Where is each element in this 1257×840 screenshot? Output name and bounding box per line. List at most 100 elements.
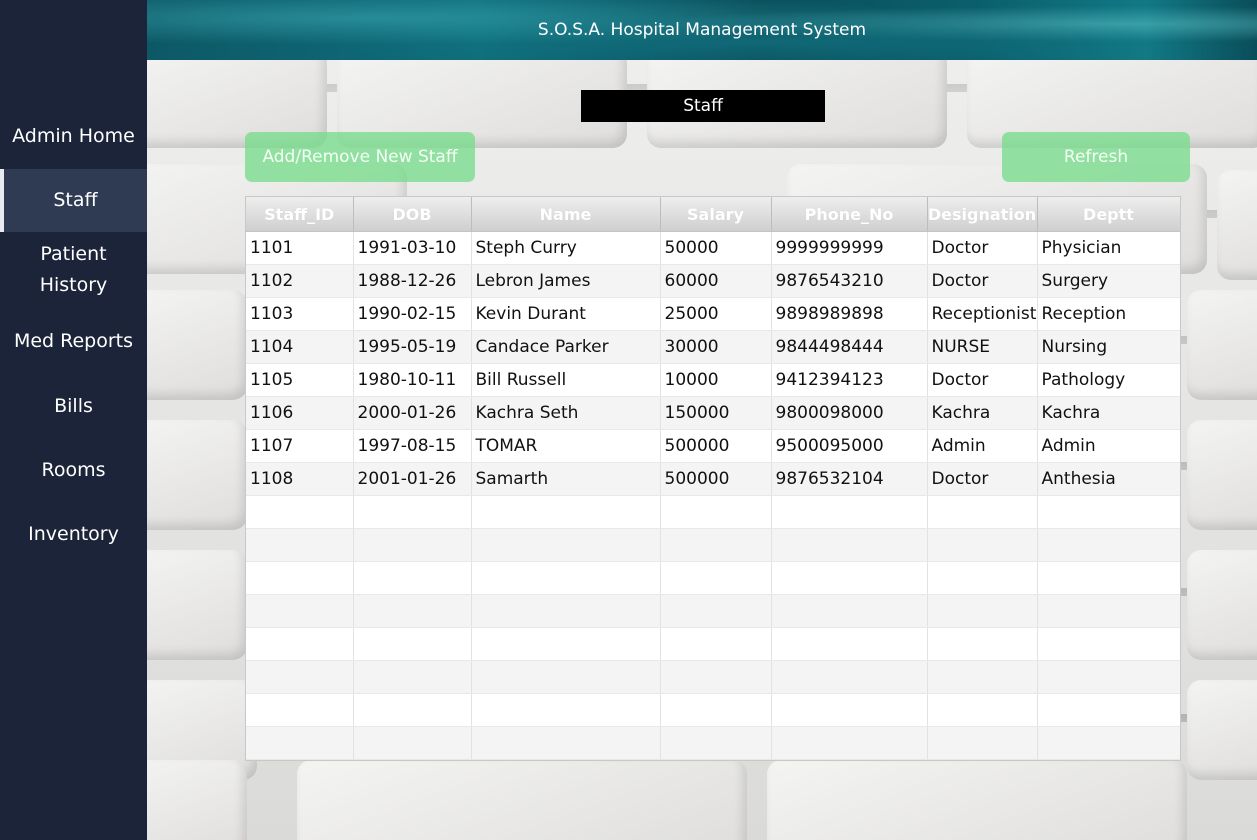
table-cell (471, 594, 661, 628)
column-header-phone-no[interactable]: Phone_No (771, 197, 928, 232)
table-cell (927, 627, 1038, 661)
column-header-deptt[interactable]: Deptt (1037, 197, 1180, 232)
table-cell (471, 726, 661, 760)
table-row[interactable]: 1102 1988-12-26 Lebron James 60000 987654321… (246, 264, 1180, 298)
table-cell (471, 660, 661, 694)
background-brick (1217, 170, 1257, 280)
table-cell (660, 726, 772, 760)
background-brick (1187, 680, 1257, 780)
table-cell (771, 561, 928, 595)
table-cell: 1988-12-26 (353, 264, 472, 298)
table-cell: Bill Russell (471, 363, 661, 397)
background-brick (147, 420, 247, 530)
table-cell (660, 528, 772, 562)
table-cell (771, 495, 928, 529)
background-brick (1187, 420, 1257, 530)
table-row[interactable]: 1108 2001-01-26 Samarth 500000 9876532104 Doc… (246, 462, 1180, 496)
background-brick (147, 550, 247, 660)
sidebar-item-admin-home[interactable]: Admin Home (0, 120, 147, 152)
add-remove-staff-button[interactable]: Add/Remove New Staff (245, 132, 475, 182)
table-cell (927, 528, 1038, 562)
table-cell: Nursing (1037, 330, 1180, 364)
background-brick (147, 760, 247, 840)
table-cell: Physician (1037, 231, 1180, 265)
background-brick (1187, 550, 1257, 660)
table-row[interactable] (246, 594, 1180, 628)
table-cell (771, 660, 928, 694)
table-cell: 60000 (660, 264, 772, 298)
table-cell (660, 627, 772, 661)
column-header-dob[interactable]: DOB (353, 197, 472, 232)
main-content: Staff Add/Remove New Staff Refresh Staff… (147, 60, 1257, 840)
table-row[interactable]: 1105 1980-10-11 Bill Russell 10000 941239412… (246, 363, 1180, 397)
table-cell (353, 594, 472, 628)
refresh-button[interactable]: Refresh (1002, 132, 1190, 182)
table-cell (471, 693, 661, 727)
table-row[interactable]: 1106 2000-01-26 Kachra Seth 150000 980009800… (246, 396, 1180, 430)
table-cell: 9844498444 (771, 330, 928, 364)
table-row[interactable] (246, 660, 1180, 694)
sidebar-item-bills[interactable]: Bills (0, 390, 147, 422)
table-cell: Pathology (1037, 363, 1180, 397)
table-cell (927, 495, 1038, 529)
table-cell: 1101 (246, 231, 354, 265)
table-cell: Steph Curry (471, 231, 661, 265)
table-row[interactable] (246, 495, 1180, 529)
table-row[interactable] (246, 726, 1180, 760)
table-row[interactable] (246, 561, 1180, 595)
column-header-name[interactable]: Name (471, 197, 661, 232)
table-cell (471, 627, 661, 661)
table-cell: 9876532104 (771, 462, 928, 496)
table-cell (927, 726, 1038, 760)
table-cell (353, 495, 472, 529)
table-cell (660, 561, 772, 595)
table-cell (353, 528, 472, 562)
table-cell: Doctor (927, 363, 1038, 397)
sidebar-item-patient-history[interactable]: Patient History (0, 238, 147, 302)
table-cell (771, 726, 928, 760)
table-row[interactable] (246, 627, 1180, 661)
table-cell: 10000 (660, 363, 772, 397)
table-cell (771, 594, 928, 628)
sidebar-item-inventory[interactable]: Inventory (0, 518, 147, 550)
table-row[interactable]: 1104 1995-05-19 Candace Parker 30000 9844498… (246, 330, 1180, 364)
table-cell: Lebron James (471, 264, 661, 298)
table-cell: 50000 (660, 231, 772, 265)
sidebar-item-staff[interactable]: Staff (0, 169, 147, 232)
table-row[interactable]: 1101 1991-03-10 Steph Curry 50000 9999999999… (246, 231, 1180, 265)
table-cell: Doctor (927, 264, 1038, 298)
table-cell: 1103 (246, 297, 354, 331)
table-cell: Samarth (471, 462, 661, 496)
table-header-row: Staff_ID DOB Name Salary Phone_No Design… (246, 197, 1180, 232)
table-cell: Surgery (1037, 264, 1180, 298)
sidebar-item-med-reports[interactable]: Med Reports (0, 325, 147, 357)
table-cell (471, 561, 661, 595)
table-row[interactable]: 1107 1997-08-15 TOMAR 500000 9500095000 Admin… (246, 429, 1180, 463)
table-row[interactable] (246, 693, 1180, 727)
column-header-designation[interactable]: Designation (927, 197, 1038, 232)
column-header-salary[interactable]: Salary (660, 197, 772, 232)
table-cell (1037, 627, 1180, 661)
table-cell: 1108 (246, 462, 354, 496)
table-cell: 9500095000 (771, 429, 928, 463)
table-cell (927, 660, 1038, 694)
table-cell: Kachra Seth (471, 396, 661, 430)
table-cell (660, 495, 772, 529)
table-cell: 1102 (246, 264, 354, 298)
table-cell: 30000 (660, 330, 772, 364)
table-cell (353, 561, 472, 595)
table-row[interactable]: 1103 1990-02-15 Kevin Durant 25000 989898989… (246, 297, 1180, 331)
table-cell: Candace Parker (471, 330, 661, 364)
table-cell (771, 528, 928, 562)
column-header-staff-id[interactable]: Staff_ID (246, 197, 354, 232)
sidebar-item-rooms[interactable]: Rooms (0, 454, 147, 486)
table-cell (660, 594, 772, 628)
table-cell (927, 594, 1038, 628)
table-cell (927, 561, 1038, 595)
staff-table[interactable]: Staff_ID DOB Name Salary Phone_No Design… (245, 196, 1181, 761)
table-cell (1037, 495, 1180, 529)
table-cell (246, 528, 354, 562)
table-row[interactable] (246, 528, 1180, 562)
table-cell (353, 660, 472, 694)
table-cell: NURSE (927, 330, 1038, 364)
